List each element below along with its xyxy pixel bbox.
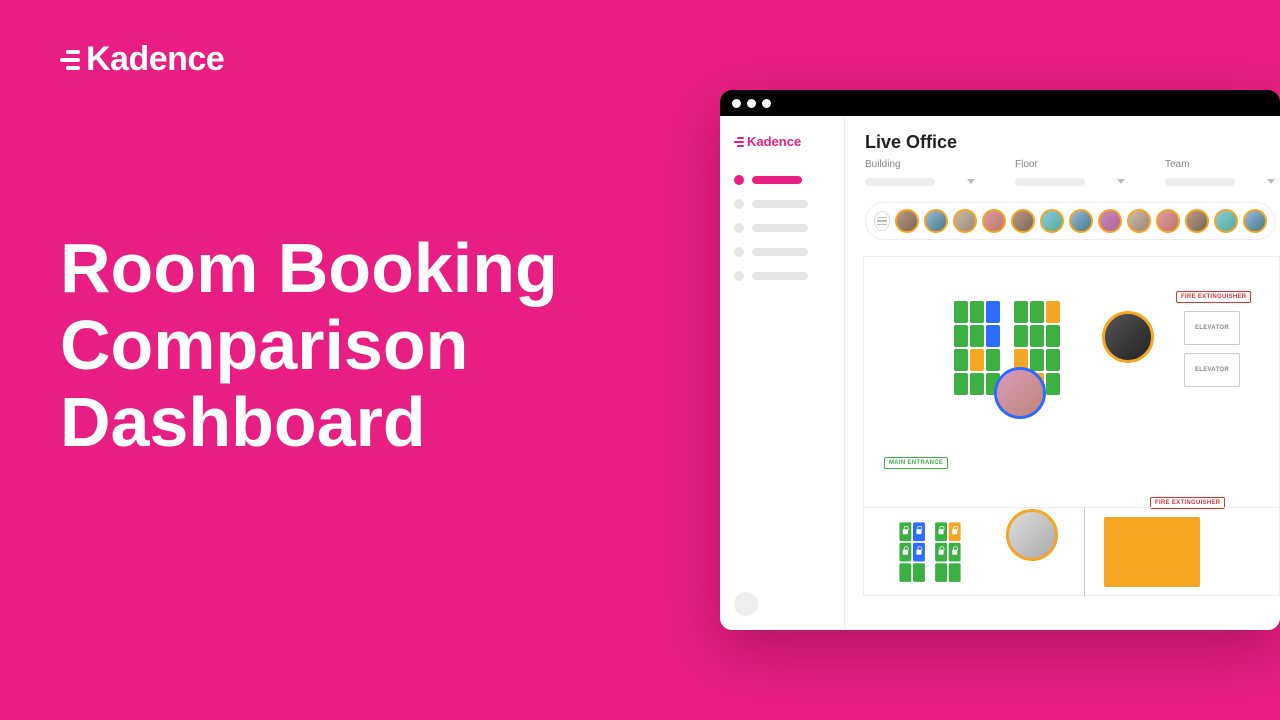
filter-team[interactable]: Team xyxy=(1165,159,1275,190)
floor-plan[interactable]: FIRE EXTINGUISHER ELEVATOR ELEVATOR MAIN… xyxy=(863,256,1280,596)
sidebar: Kadence xyxy=(720,116,845,630)
lock-icon xyxy=(952,550,957,555)
brand-logo: Kadence xyxy=(60,40,224,79)
filter-bar: Building Floor Team xyxy=(865,159,1280,190)
avatar[interactable] xyxy=(953,209,977,233)
nav-item[interactable] xyxy=(734,223,830,233)
page-title: Live Office xyxy=(865,132,1280,153)
lock-icon xyxy=(916,529,921,534)
app-window: Kadence Live Office Buildin xyxy=(720,90,1280,630)
window-titlebar xyxy=(720,90,1280,116)
floor-avatar[interactable] xyxy=(1006,509,1058,561)
window-control-dot xyxy=(762,99,771,108)
nav-item[interactable] xyxy=(734,199,830,209)
avatar[interactable] xyxy=(924,209,948,233)
avatar[interactable] xyxy=(1011,209,1035,233)
avatar[interactable] xyxy=(1185,209,1209,233)
desk-cluster xyxy=(899,522,960,583)
sidebar-logo: Kadence xyxy=(734,134,830,149)
avatar[interactable] xyxy=(1069,209,1093,233)
window-control-dot xyxy=(732,99,741,108)
avatar[interactable] xyxy=(1098,209,1122,233)
avatar[interactable] xyxy=(895,209,919,233)
sidebar-brand: Kadence xyxy=(747,134,801,149)
wall xyxy=(864,507,1279,508)
avatar[interactable] xyxy=(1040,209,1064,233)
filter-floor[interactable]: Floor xyxy=(1015,159,1125,190)
elevator-label: ELEVATOR xyxy=(1184,311,1240,345)
lock-icon xyxy=(903,529,908,534)
meeting-room[interactable] xyxy=(1104,517,1200,587)
avatar[interactable] xyxy=(1127,209,1151,233)
lock-icon xyxy=(903,550,908,555)
filter-label: Building xyxy=(865,159,975,170)
avatar[interactable] xyxy=(1243,209,1267,233)
nav-item[interactable] xyxy=(734,247,830,257)
list-icon[interactable] xyxy=(874,211,890,231)
wall xyxy=(1084,507,1085,597)
avatar[interactable] xyxy=(982,209,1006,233)
brand-name: Kadence xyxy=(86,40,224,79)
nav-item-active[interactable] xyxy=(734,175,830,185)
lock-icon xyxy=(952,529,957,534)
lock-icon xyxy=(916,550,921,555)
lock-icon xyxy=(939,550,944,555)
sidebar-footer-avatar[interactable] xyxy=(734,592,758,616)
avatar[interactable] xyxy=(1214,209,1238,233)
nav-item[interactable] xyxy=(734,271,830,281)
main-entrance-label: MAIN ENTRANCE xyxy=(884,457,948,469)
chevron-down-icon xyxy=(1117,179,1125,184)
chevron-down-icon xyxy=(967,179,975,184)
chevron-down-icon xyxy=(1267,179,1275,184)
hero-headline: Room Booking Comparison Dashboard xyxy=(60,230,660,461)
filter-building[interactable]: Building xyxy=(865,159,975,190)
floor-avatar[interactable] xyxy=(1102,311,1154,363)
brand-logo-icon xyxy=(60,50,80,70)
fire-extinguisher-label: FIRE EXTINGUISHER xyxy=(1176,291,1251,303)
avatar[interactable] xyxy=(1156,209,1180,233)
floor-avatar[interactable] xyxy=(994,367,1046,419)
lock-icon xyxy=(939,529,944,534)
window-control-dot xyxy=(747,99,756,108)
main-content: Live Office Building Floor Team xyxy=(845,116,1280,630)
filter-label: Floor xyxy=(1015,159,1125,170)
people-strip xyxy=(865,202,1276,240)
filter-label: Team xyxy=(1165,159,1275,170)
elevator-label: ELEVATOR xyxy=(1184,353,1240,387)
